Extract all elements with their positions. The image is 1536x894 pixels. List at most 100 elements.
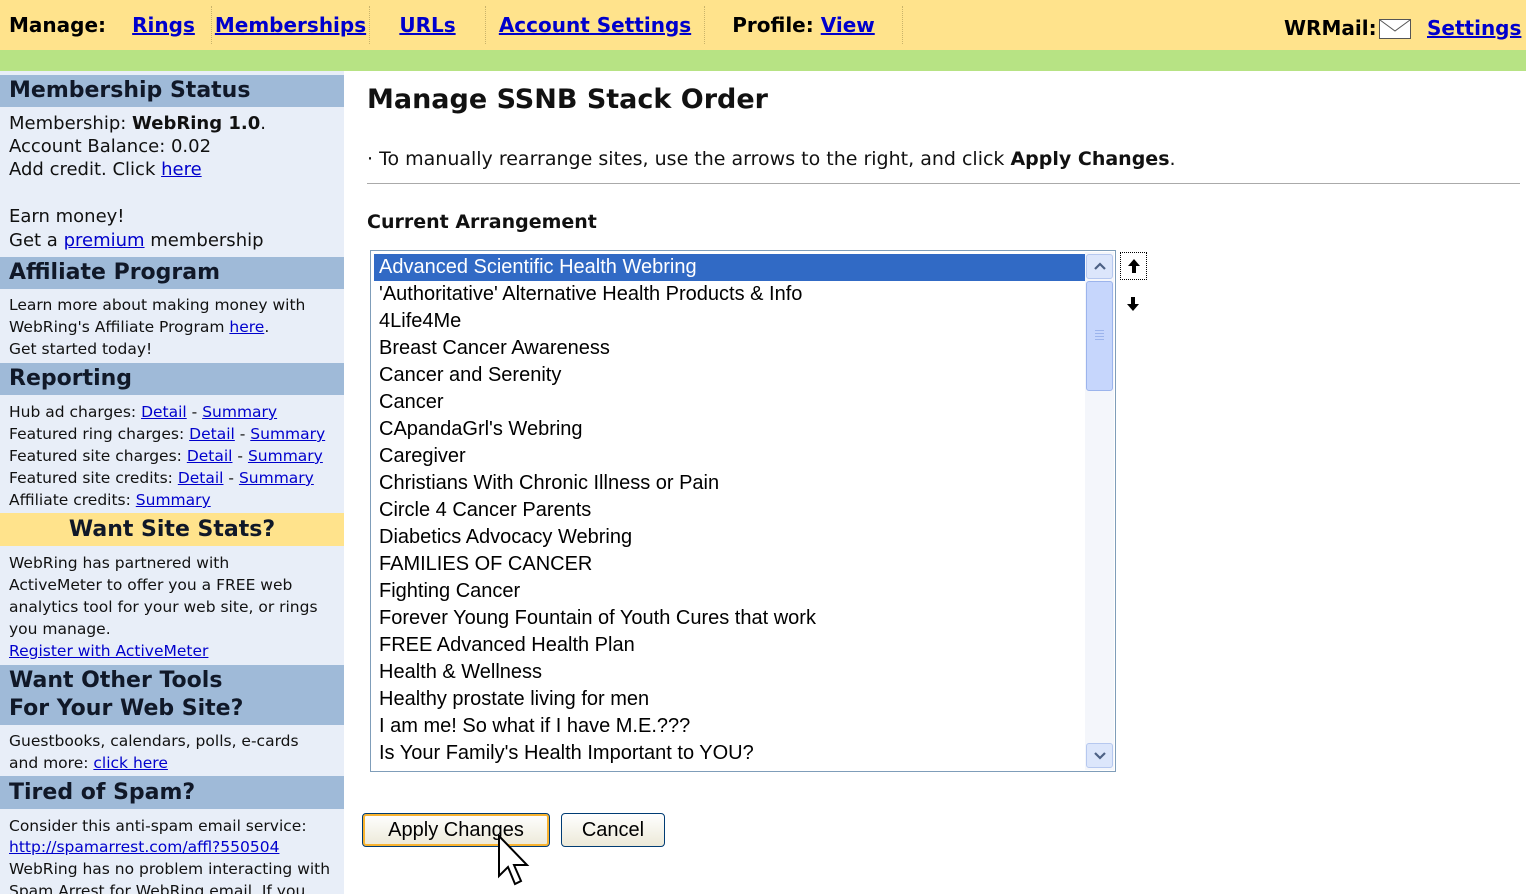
list-option[interactable]: Is Your Family's Health Important to YOU… (374, 740, 1085, 767)
arrow-down-icon (1127, 297, 1139, 311)
summary-link[interactable]: Summary (248, 447, 323, 465)
report-row-label: Featured ring charges: (9, 425, 190, 443)
list-option[interactable]: FAMILIES OF CANCER (374, 551, 1085, 578)
affiliate-line-2: WebRing's Affiliate Program here. (9, 316, 269, 338)
list-option[interactable]: Healthy prostate living for men (374, 686, 1085, 713)
detail-link[interactable]: Detail (178, 469, 224, 487)
top-nav-bar: Manage: Rings Memberships URLs Account S… (0, 0, 1526, 50)
tired-of-spam-heading: Tired of Spam? (0, 776, 344, 809)
premium-pre: Get a (9, 230, 64, 251)
list-option[interactable]: FREE Advanced Health Plan (374, 632, 1085, 659)
spam-line-1: Consider this anti-spam email service: (9, 817, 307, 835)
list-option[interactable]: Christians With Chronic Illness or Pain (374, 470, 1085, 497)
site-stats-link-row: Register with ActiveMeter (9, 640, 208, 662)
list-option[interactable]: Health & Wellness (374, 659, 1085, 686)
summary-link[interactable]: Summary (239, 469, 314, 487)
affiliate-here-link[interactable]: here (229, 318, 264, 336)
list-option[interactable]: Caregiver (374, 443, 1085, 470)
list-option[interactable]: Fighting Cancer (374, 578, 1085, 605)
membership-status-heading: Membership Status (0, 75, 344, 107)
affiliate-line-1: Learn more about making money with (9, 296, 306, 314)
list-option[interactable]: Breast Cancer Awareness (374, 335, 1085, 362)
profile-tab: Profile: View (705, 6, 903, 44)
premium-link[interactable]: premium (64, 230, 145, 251)
summary-link[interactable]: Summary (250, 425, 325, 443)
affiliate-program-heading: Affiliate Program (0, 257, 344, 289)
envelope-icon[interactable] (1379, 19, 1411, 39)
affiliate-credits-row: Affiliate credits: Summary (9, 489, 211, 511)
list-option[interactable]: I am me! So what if I have M.E.??? (374, 713, 1085, 740)
report-row-label: Hub ad charges: (9, 403, 142, 421)
mouse-cursor-icon (498, 834, 530, 886)
list-option[interactable]: Diabetics Advocacy Webring (374, 524, 1085, 551)
instruction-pre: · To manually rearrange sites, use the a… (367, 148, 1011, 170)
list-option[interactable]: 4Life4Me (374, 308, 1085, 335)
tab-rings[interactable]: Rings (116, 6, 212, 44)
chevron-down-icon (1094, 752, 1106, 760)
detail-link[interactable]: Detail (141, 403, 187, 421)
add-credit-text: Add credit. Click (9, 159, 162, 180)
scroll-down-button[interactable] (1086, 743, 1113, 768)
tab-memberships-link[interactable]: Memberships (215, 13, 366, 37)
sidebar: Membership Status Membership: WebRing 1.… (0, 71, 344, 894)
report-row: Featured site charges: Detail - Summary (9, 445, 323, 467)
summary-link[interactable]: Summary (202, 403, 277, 421)
mail-settings-link[interactable]: Settings (1427, 16, 1521, 40)
list-option[interactable]: Cancer (374, 389, 1085, 416)
scroll-up-button[interactable] (1086, 254, 1113, 279)
tab-rings-link[interactable]: Rings (132, 13, 195, 37)
membership-suffix: . (260, 113, 266, 134)
list-option[interactable]: Cancer and Serenity (374, 362, 1085, 389)
add-credit-link[interactable]: here (161, 159, 202, 180)
detail-link[interactable]: Detail (187, 447, 233, 465)
membership-value: WebRing 1.0 (132, 113, 261, 134)
affiliate-credits-summary-link[interactable]: Summary (136, 491, 211, 509)
membership-prefix: Membership: (9, 113, 133, 134)
page-title: Manage SSNB Stack Order (367, 84, 768, 115)
green-divider-bar (0, 50, 1526, 71)
grip-icon (1095, 330, 1104, 340)
list-option[interactable]: CApandaGrl's Webring (374, 416, 1085, 443)
register-activemeter-link[interactable]: Register with ActiveMeter (9, 642, 208, 660)
report-row: Featured ring charges: Detail - Summary (9, 423, 325, 445)
stack-order-listbox[interactable]: Advanced Scientific Health Webring 'Autho… (370, 250, 1116, 772)
instruction-bold: Apply Changes (1010, 148, 1170, 170)
divider (367, 183, 1520, 184)
affiliate-credits-label: Affiliate credits: (9, 491, 136, 509)
report-row-label: Featured site charges: (9, 447, 187, 465)
profile-view-link[interactable]: View (821, 13, 875, 37)
cancel-button[interactable]: Cancel (561, 813, 665, 847)
other-tools-heading-line-1: Want Other Tools (9, 668, 223, 693)
spam-line-2: WebRing has no problem interacting with (9, 860, 331, 878)
scroll-thumb[interactable] (1086, 281, 1113, 391)
move-down-button[interactable] (1120, 291, 1147, 319)
list-option[interactable]: 'Authoritative' Alternative Health Produ… (374, 281, 1085, 308)
arrow-up-icon (1128, 259, 1140, 273)
affiliate-line-2-post: . (264, 318, 270, 336)
detail-link[interactable]: Detail (189, 425, 235, 443)
report-sep: - (223, 469, 239, 487)
premium-line: Get a premium membership (9, 230, 264, 252)
tab-account-settings-link[interactable]: Account Settings (499, 13, 691, 37)
other-tools-heading-line-2: For Your Web Site? (9, 696, 244, 721)
tab-urls-link[interactable]: URLs (399, 13, 455, 37)
list-option[interactable]: Circle 4 Cancer Parents (374, 497, 1085, 524)
current-arrangement-label: Current Arrangement (367, 211, 597, 233)
listbox-scrollbar[interactable] (1085, 252, 1114, 770)
other-tools-line-1: Guestbooks, calendars, polls, e-cards (9, 732, 299, 750)
tab-memberships[interactable]: Memberships (212, 6, 370, 44)
list-option[interactable]: Advanced Scientific Health Webring (374, 254, 1085, 281)
other-tools-click-here-link[interactable]: click here (93, 754, 168, 772)
site-stats-line-2: ActiveMeter to offer you a FREE web (9, 576, 293, 594)
list-option[interactable]: Forever Young Fountain of Youth Cures th… (374, 605, 1085, 632)
other-tools-heading: Want Other Tools For Your Web Site? (0, 665, 344, 725)
spamarrest-link[interactable]: http://spamarrest.com/affl?550504 (9, 838, 279, 856)
tab-urls[interactable]: URLs (370, 6, 486, 44)
other-tools-line-2-text: and more: (9, 754, 94, 772)
earn-money-text: Earn money! (9, 206, 125, 227)
tab-account-settings[interactable]: Account Settings (486, 6, 705, 44)
move-up-button[interactable] (1120, 252, 1147, 280)
instruction-text: · To manually rearrange sites, use the a… (367, 148, 1176, 170)
site-stats-line-4: you manage. (9, 620, 111, 638)
premium-post: membership (144, 230, 264, 251)
